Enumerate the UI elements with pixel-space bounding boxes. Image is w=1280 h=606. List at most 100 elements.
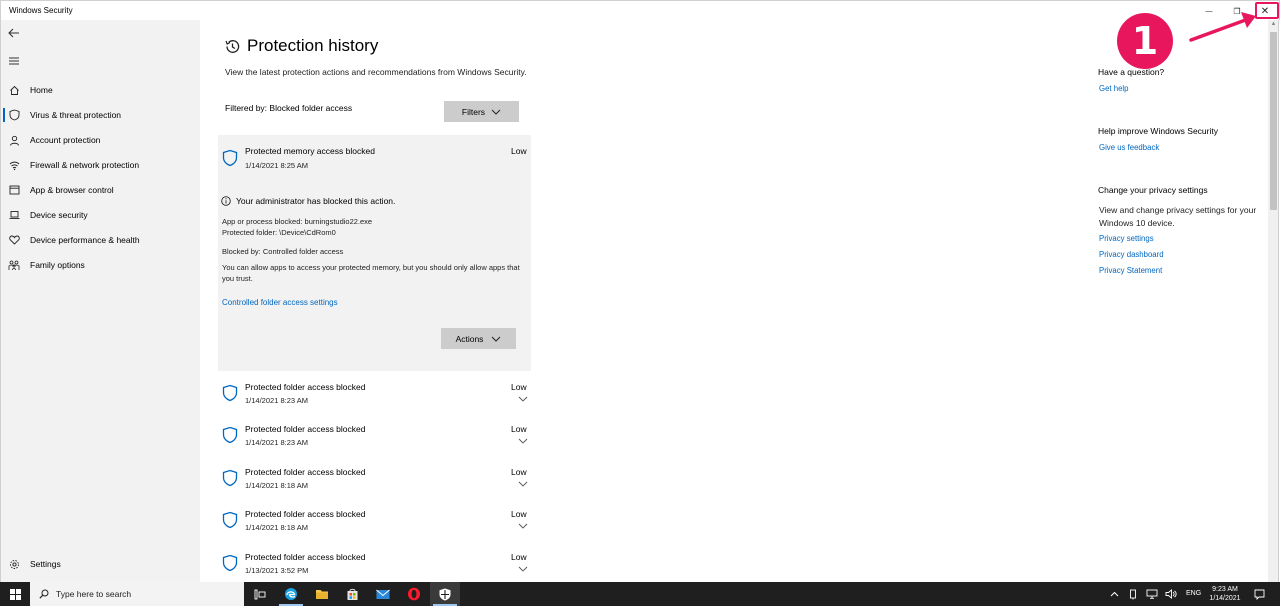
chevron-down-icon[interactable] — [518, 396, 528, 402]
step-number-badge: 1 — [1117, 13, 1173, 69]
sidebar-item-label: Virus & threat protection — [30, 110, 122, 120]
language-indicator[interactable]: ENG — [1186, 590, 1201, 597]
history-item-title: Protected folder access blocked — [245, 382, 366, 392]
page-description: View the latest protection actions and r… — [225, 67, 527, 77]
actions-button[interactable]: Actions — [441, 328, 516, 349]
taskbar-edge[interactable] — [276, 582, 306, 606]
scrollbar-thumb[interactable] — [1270, 32, 1277, 210]
history-item-date: 1/14/2021 8:18 AM — [245, 481, 308, 490]
window-title: Windows Security — [9, 6, 73, 15]
taskbar-mail[interactable] — [368, 582, 398, 606]
sidebar-item-settings[interactable]: Settings — [1, 553, 201, 575]
chevron-down-icon[interactable] — [518, 438, 528, 444]
history-item-expanded[interactable]: Protected memory access blocked 1/14/202… — [218, 135, 531, 371]
history-item-title: Protected folder access blocked — [245, 467, 366, 477]
privacy-statement-link[interactable]: Privacy Statement — [1099, 266, 1162, 275]
family-icon — [8, 259, 20, 271]
laptop-icon — [8, 209, 20, 221]
shield-icon — [222, 426, 238, 444]
taskbar-task-view[interactable] — [245, 582, 275, 606]
sidebar-item-firewall[interactable]: Firewall & network protection — [1, 154, 201, 176]
sidebar-item-label: Settings — [30, 559, 61, 569]
sidebar-item-virus-threat-protection[interactable]: Virus & threat protection — [1, 104, 201, 126]
sidebar: Home Virus & threat protection Account p… — [0, 20, 200, 582]
actions-button-label: Actions — [455, 333, 484, 344]
page-header: Protection history — [224, 36, 378, 56]
hamburger-icon — [9, 57, 19, 65]
sidebar-item-label: Firewall & network protection — [30, 160, 140, 170]
question-heading: Have a question? — [1098, 67, 1165, 77]
chevron-down-icon[interactable] — [518, 566, 528, 572]
history-item-date: 1/14/2021 8:23 AM — [245, 438, 308, 447]
sidebar-item-label: Account protection — [30, 135, 101, 145]
shield-icon — [222, 554, 238, 572]
filters-button[interactable]: Filters — [444, 101, 519, 122]
annotation-arrow-icon — [1189, 12, 1256, 42]
notifications-icon[interactable] — [1253, 588, 1265, 600]
mail-icon — [376, 589, 390, 599]
search-placeholder: Type here to search — [56, 589, 132, 599]
taskbar-file-explorer[interactable] — [307, 582, 337, 606]
file-explorer-icon — [316, 590, 328, 599]
clock[interactable]: 9:23 AM 1/14/2021 — [1204, 585, 1246, 603]
task-view-icon — [254, 589, 266, 599]
history-item-severity: Low — [511, 509, 527, 519]
sidebar-item-device-performance[interactable]: Device performance & health — [1, 229, 201, 251]
home-icon — [8, 84, 20, 96]
back-button[interactable] — [7, 27, 21, 39]
shield-icon — [222, 469, 238, 487]
history-item-date: 1/14/2021 8:23 AM — [245, 396, 308, 405]
history-item-date: 1/14/2021 8:18 AM — [245, 523, 308, 532]
main-content: Protection history View the latest prote… — [200, 20, 1270, 582]
app-blocked-text: App or process blocked: burningstudio22.… — [222, 217, 373, 226]
sidebar-item-account-protection[interactable]: Account protection — [1, 129, 201, 151]
back-arrow-icon — [8, 28, 19, 38]
show-hidden-icons-icon[interactable] — [1108, 588, 1120, 600]
page-title: Protection history — [247, 36, 379, 55]
title-bar: Windows Security — ❐ ✕ — [0, 0, 1280, 20]
taskbar-opera[interactable] — [399, 582, 429, 606]
volume-icon[interactable] — [1165, 588, 1177, 600]
shield-icon — [222, 149, 238, 167]
history-item-severity: Low — [511, 424, 527, 434]
search-icon — [39, 589, 49, 599]
allow-apps-text: You can allow apps to access your protec… — [222, 263, 520, 283]
sidebar-item-app-browser[interactable]: App & browser control — [1, 179, 201, 201]
scroll-up-icon[interactable]: ▲ — [1269, 21, 1278, 30]
location-icon[interactable] — [1127, 588, 1139, 600]
taskbar-search-input[interactable]: Type here to search — [30, 582, 244, 606]
feedback-link[interactable]: Give us feedback — [1099, 143, 1159, 152]
heart-icon — [8, 234, 20, 246]
store-icon — [347, 588, 357, 600]
taskbar-store[interactable] — [337, 582, 367, 606]
privacy-dashboard-link[interactable]: Privacy dashboard — [1099, 250, 1164, 259]
menu-button[interactable] — [7, 55, 21, 67]
sidebar-item-label: Device security — [30, 210, 88, 220]
person-icon — [8, 134, 20, 146]
privacy-heading: Change your privacy settings — [1098, 185, 1208, 195]
blocked-by-text: Blocked by: Controlled folder access — [222, 247, 344, 256]
history-item-title: Protected folder access blocked — [245, 552, 366, 562]
network-icon[interactable] — [1146, 588, 1158, 600]
history-item-severity: Low — [511, 146, 527, 156]
get-help-link[interactable]: Get help — [1099, 84, 1128, 93]
shield-icon — [222, 511, 238, 529]
history-icon — [225, 39, 240, 53]
scrollbar[interactable]: ▲ — [1268, 20, 1279, 582]
edge-icon — [285, 588, 297, 600]
chevron-down-icon[interactable] — [518, 523, 528, 529]
sidebar-item-home[interactable]: Home — [1, 79, 201, 101]
history-item-title: Protected folder access blocked — [245, 509, 366, 519]
opera-icon — [408, 587, 420, 601]
history-item-severity: Low — [511, 382, 527, 392]
taskbar-windows-security[interactable] — [430, 582, 460, 606]
start-button[interactable] — [0, 582, 30, 606]
privacy-settings-link[interactable]: Privacy settings — [1099, 234, 1154, 243]
sidebar-item-family-options[interactable]: Family options — [1, 254, 201, 276]
clock-date: 1/14/2021 — [1209, 595, 1241, 602]
sidebar-item-device-security[interactable]: Device security — [1, 204, 201, 226]
controlled-folder-access-link[interactable]: Controlled folder access settings — [222, 298, 338, 307]
wifi-icon — [8, 159, 20, 171]
chevron-down-icon[interactable] — [518, 481, 528, 487]
history-item-date: 1/13/2021 3:52 PM — [245, 566, 309, 575]
